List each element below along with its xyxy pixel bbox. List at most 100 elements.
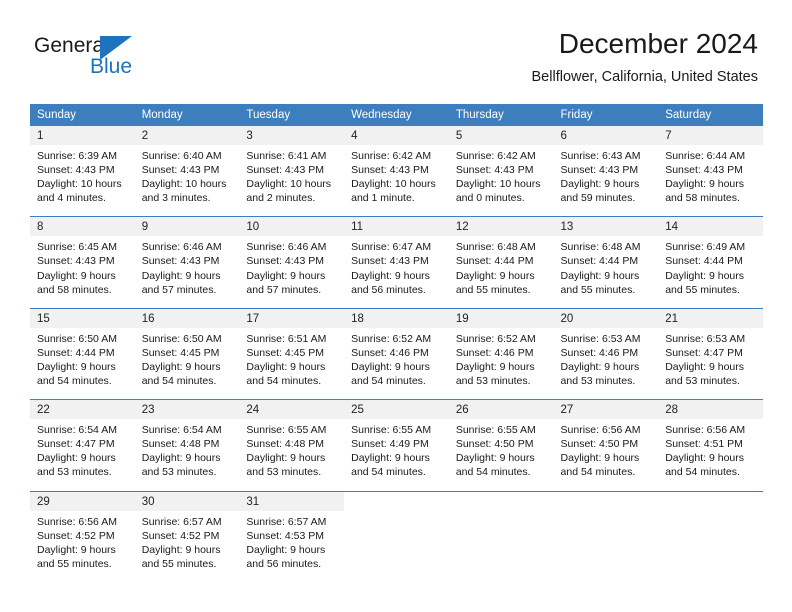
calendar-page: General Blue December 2024 Bellflower, C… [0,0,792,612]
day-cell: Sunrise: 6:39 AM Sunset: 4:43 PM Dayligh… [30,145,135,217]
week-5-daynum-row: 29 30 31 [30,490,763,511]
day-cell: Sunrise: 6:57 AM Sunset: 4:53 PM Dayligh… [239,510,345,582]
daylight-text-line2: and 0 minutes. [455,192,525,205]
daylight-text-line1: Daylight: 9 hours [246,452,326,465]
sunset-text: Sunset: 4:43 PM [37,255,115,268]
sunrise-text: Sunrise: 6:56 AM [665,424,746,437]
weekday-header-sunday: Sunday [30,104,135,126]
day-number: 18 [344,307,449,328]
sunrise-text: Sunrise: 6:51 AM [246,332,327,345]
daylight-text-line2: and 53 minutes. [141,466,217,479]
sunset-text: Sunset: 4:43 PM [141,255,220,268]
daylight-text-line1: Daylight: 9 hours [141,543,221,556]
sunset-text: Sunset: 4:44 PM [455,255,534,268]
day-number: 30 [134,490,240,511]
day-number: 8 [30,216,135,237]
sunrise-text: Sunrise: 6:48 AM [560,241,641,254]
sunrise-text: Sunrise: 6:42 AM [455,150,536,162]
sunset-text: Sunset: 4:47 PM [37,438,115,451]
day-number: 16 [134,307,240,328]
sunrise-text: Sunrise: 6:52 AM [455,332,536,345]
sunset-text: Sunset: 4:45 PM [246,346,325,359]
day-cell: Sunrise: 6:49 AM Sunset: 4:44 PM Dayligh… [658,236,763,309]
day-number: 22 [30,399,135,420]
day-cell: Sunrise: 6:57 AM Sunset: 4:52 PM Dayligh… [134,510,240,582]
daylight-text-line1: Daylight: 9 hours [560,360,640,373]
daylight-text-line1: Daylight: 9 hours [351,269,430,282]
day-number-empty [344,490,449,511]
week-5-info-row: Sunrise: 6:56 AM Sunset: 4:52 PM Dayligh… [30,510,763,582]
day-cell-empty [658,510,763,582]
sunrise-text: Sunrise: 6:42 AM [351,150,432,162]
day-cell: Sunrise: 6:54 AM Sunset: 4:48 PM Dayligh… [134,419,240,491]
day-cell: Sunrise: 6:48 AM Sunset: 4:44 PM Dayligh… [553,236,659,309]
daylight-text-line2: and 54 minutes. [246,375,322,388]
day-number: 11 [344,216,449,237]
daylight-text-line1: Daylight: 9 hours [351,452,430,465]
sunset-text: Sunset: 4:46 PM [560,346,639,359]
daylight-text-line2: and 3 minutes. [141,192,211,205]
day-cell: Sunrise: 6:52 AM Sunset: 4:46 PM Dayligh… [448,327,554,400]
sunrise-text: Sunrise: 6:57 AM [246,515,327,528]
sunrise-text: Sunrise: 6:41 AM [246,150,327,162]
weekday-header-tuesday: Tuesday [239,104,345,126]
daylight-text-line1: Daylight: 10 hours [246,178,332,191]
week-3-info-row: Sunrise: 6:50 AM Sunset: 4:44 PM Dayligh… [30,327,763,400]
general-blue-logo[interactable]: General Blue [34,34,234,84]
sunrise-text: Sunrise: 6:55 AM [455,424,536,437]
sunrise-text: Sunrise: 6:54 AM [141,424,222,437]
day-number: 25 [344,399,449,420]
daylight-text-line2: and 56 minutes. [351,283,426,296]
daylight-text-line2: and 59 minutes. [560,192,636,205]
daylight-text-line1: Daylight: 9 hours [141,269,221,282]
daylight-text-line2: and 54 minutes. [665,466,740,479]
daylight-text-line2: and 55 minutes. [37,557,112,570]
sunrise-text: Sunrise: 6:53 AM [560,332,641,345]
day-cell: Sunrise: 6:55 AM Sunset: 4:48 PM Dayligh… [239,419,345,491]
daylight-text-line2: and 54 minutes. [351,466,426,479]
daylight-text-line1: Daylight: 9 hours [141,452,221,465]
day-number: 17 [239,307,345,328]
sunrise-text: Sunrise: 6:47 AM [351,241,432,254]
weekday-header-row: Sunday Monday Tuesday Wednesday Thursday… [30,104,763,126]
sunset-text: Sunset: 4:46 PM [351,346,429,359]
logo-text-blue: Blue [90,55,133,78]
day-cell: Sunrise: 6:51 AM Sunset: 4:45 PM Dayligh… [239,327,345,400]
sunset-text: Sunset: 4:50 PM [560,438,639,451]
sunset-text: Sunset: 4:43 PM [560,164,639,177]
day-number: 27 [553,399,659,420]
day-cell: Sunrise: 6:56 AM Sunset: 4:52 PM Dayligh… [30,510,135,582]
week-3-daynum-row: 15 16 17 18 19 20 21 [30,307,763,328]
day-number: 6 [553,126,659,145]
daylight-text-line2: and 53 minutes. [665,375,740,388]
daylight-text-line1: Daylight: 10 hours [37,178,122,191]
sunset-text: Sunset: 4:43 PM [455,164,534,177]
sunset-text: Sunset: 4:43 PM [351,255,429,268]
sunrise-text: Sunrise: 6:46 AM [141,241,222,254]
day-number: 20 [553,307,659,328]
week-1-daynum-row: 1 2 3 4 5 6 7 [30,126,763,145]
day-number: 10 [239,216,345,237]
sunrise-text: Sunrise: 6:49 AM [665,241,746,254]
sunset-text: Sunset: 4:52 PM [37,529,115,542]
sunset-text: Sunset: 4:44 PM [560,255,639,268]
day-number: 14 [658,216,763,237]
day-number-empty [658,490,763,511]
daylight-text-line2: and 54 minutes. [37,375,112,388]
daylight-text-line1: Daylight: 9 hours [37,360,116,373]
day-cell-empty [553,510,659,582]
daylight-text-line1: Daylight: 9 hours [455,452,535,465]
day-number: 31 [239,490,345,511]
sunset-text: Sunset: 4:48 PM [246,438,325,451]
weekday-header-friday: Friday [553,104,659,126]
daylight-text-line1: Daylight: 9 hours [560,178,640,191]
day-number-empty [553,490,659,511]
sunrise-text: Sunrise: 6:55 AM [246,424,327,437]
page-subtitle: Bellflower, California, United States [531,69,758,85]
sunset-text: Sunset: 4:44 PM [665,255,743,268]
sunset-text: Sunset: 4:45 PM [141,346,220,359]
day-cell: Sunrise: 6:56 AM Sunset: 4:51 PM Dayligh… [658,419,763,491]
daylight-text-line2: and 54 minutes. [560,466,636,479]
daylight-text-line1: Daylight: 10 hours [455,178,541,191]
daylight-text-line2: and 4 minutes. [37,192,106,205]
